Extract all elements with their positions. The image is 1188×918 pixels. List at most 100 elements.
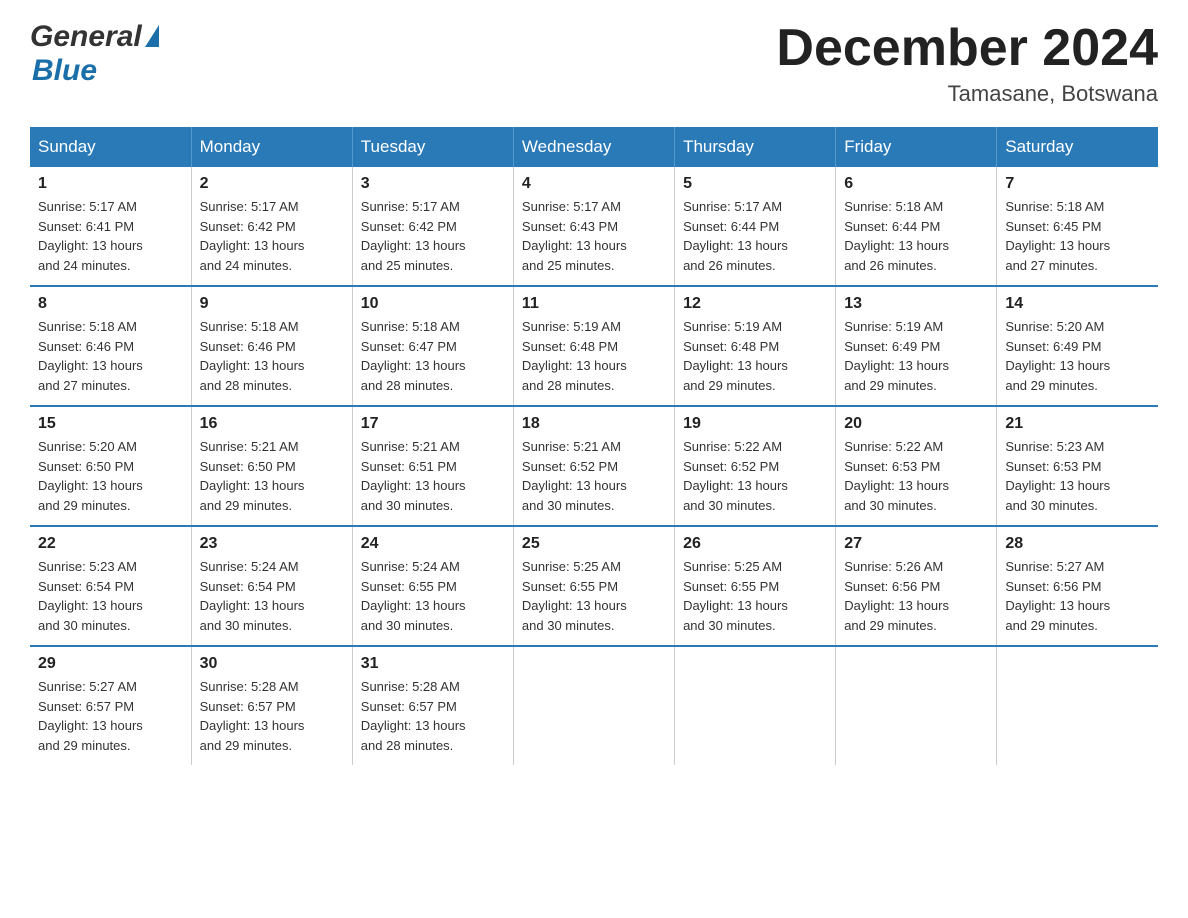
day-info: Sunrise: 5:27 AM Sunset: 6:57 PM Dayligh…: [38, 677, 183, 755]
day-number: 26: [683, 535, 827, 553]
day-info: Sunrise: 5:20 AM Sunset: 6:49 PM Dayligh…: [1005, 317, 1150, 395]
day-number: 31: [361, 655, 505, 673]
day-number: 14: [1005, 295, 1150, 313]
day-number: 16: [200, 415, 344, 433]
calendar-day-cell: [675, 646, 836, 765]
calendar-day-cell: 13 Sunrise: 5:19 AM Sunset: 6:49 PM Dayl…: [836, 286, 997, 406]
calendar-day-cell: 15 Sunrise: 5:20 AM Sunset: 6:50 PM Dayl…: [30, 406, 191, 526]
calendar-week-row: 8 Sunrise: 5:18 AM Sunset: 6:46 PM Dayli…: [30, 286, 1158, 406]
day-info: Sunrise: 5:28 AM Sunset: 6:57 PM Dayligh…: [361, 677, 505, 755]
day-info: Sunrise: 5:25 AM Sunset: 6:55 PM Dayligh…: [683, 557, 827, 635]
day-info: Sunrise: 5:17 AM Sunset: 6:43 PM Dayligh…: [522, 197, 666, 275]
day-info: Sunrise: 5:21 AM Sunset: 6:50 PM Dayligh…: [200, 437, 344, 515]
day-info: Sunrise: 5:18 AM Sunset: 6:46 PM Dayligh…: [38, 317, 183, 395]
day-number: 19: [683, 415, 827, 433]
day-number: 22: [38, 535, 183, 553]
calendar-day-cell: 21 Sunrise: 5:23 AM Sunset: 6:53 PM Dayl…: [997, 406, 1158, 526]
calendar-day-cell: 19 Sunrise: 5:22 AM Sunset: 6:52 PM Dayl…: [675, 406, 836, 526]
calendar-day-cell: 29 Sunrise: 5:27 AM Sunset: 6:57 PM Dayl…: [30, 646, 191, 765]
day-number: 12: [683, 295, 827, 313]
calendar-day-cell: [513, 646, 674, 765]
day-info: Sunrise: 5:18 AM Sunset: 6:47 PM Dayligh…: [361, 317, 505, 395]
calendar-day-cell: 23 Sunrise: 5:24 AM Sunset: 6:54 PM Dayl…: [191, 526, 352, 646]
calendar-day-cell: 14 Sunrise: 5:20 AM Sunset: 6:49 PM Dayl…: [997, 286, 1158, 406]
day-number: 29: [38, 655, 183, 673]
day-number: 30: [200, 655, 344, 673]
day-info: Sunrise: 5:18 AM Sunset: 6:46 PM Dayligh…: [200, 317, 344, 395]
title-section: December 2024 Tamasane, Botswana: [776, 20, 1158, 107]
day-number: 7: [1005, 175, 1150, 193]
logo-triangle-icon: [145, 25, 159, 47]
calendar-day-cell: 4 Sunrise: 5:17 AM Sunset: 6:43 PM Dayli…: [513, 167, 674, 286]
day-number: 13: [844, 295, 988, 313]
day-info: Sunrise: 5:17 AM Sunset: 6:41 PM Dayligh…: [38, 197, 183, 275]
calendar-day-cell: 28 Sunrise: 5:27 AM Sunset: 6:56 PM Dayl…: [997, 526, 1158, 646]
calendar-table: SundayMondayTuesdayWednesdayThursdayFrid…: [30, 127, 1158, 765]
calendar-header-saturday: Saturday: [997, 127, 1158, 167]
page-header: General Blue December 2024 Tamasane, Bot…: [30, 20, 1158, 107]
month-title: December 2024: [776, 20, 1158, 77]
calendar-day-cell: 24 Sunrise: 5:24 AM Sunset: 6:55 PM Dayl…: [352, 526, 513, 646]
day-number: 9: [200, 295, 344, 313]
calendar-day-cell: 22 Sunrise: 5:23 AM Sunset: 6:54 PM Dayl…: [30, 526, 191, 646]
day-info: Sunrise: 5:19 AM Sunset: 6:49 PM Dayligh…: [844, 317, 988, 395]
day-info: Sunrise: 5:21 AM Sunset: 6:52 PM Dayligh…: [522, 437, 666, 515]
calendar-week-row: 22 Sunrise: 5:23 AM Sunset: 6:54 PM Dayl…: [30, 526, 1158, 646]
day-info: Sunrise: 5:17 AM Sunset: 6:42 PM Dayligh…: [200, 197, 344, 275]
day-info: Sunrise: 5:27 AM Sunset: 6:56 PM Dayligh…: [1005, 557, 1150, 635]
day-number: 8: [38, 295, 183, 313]
calendar-day-cell: 16 Sunrise: 5:21 AM Sunset: 6:50 PM Dayl…: [191, 406, 352, 526]
calendar-day-cell: 2 Sunrise: 5:17 AM Sunset: 6:42 PM Dayli…: [191, 167, 352, 286]
calendar-day-cell: 25 Sunrise: 5:25 AM Sunset: 6:55 PM Dayl…: [513, 526, 674, 646]
logo-blue-text: Blue: [32, 54, 97, 87]
calendar-day-cell: 5 Sunrise: 5:17 AM Sunset: 6:44 PM Dayli…: [675, 167, 836, 286]
calendar-header-row: SundayMondayTuesdayWednesdayThursdayFrid…: [30, 127, 1158, 167]
day-number: 4: [522, 175, 666, 193]
day-info: Sunrise: 5:20 AM Sunset: 6:50 PM Dayligh…: [38, 437, 183, 515]
day-info: Sunrise: 5:24 AM Sunset: 6:54 PM Dayligh…: [200, 557, 344, 635]
calendar-day-cell: 8 Sunrise: 5:18 AM Sunset: 6:46 PM Dayli…: [30, 286, 191, 406]
day-info: Sunrise: 5:22 AM Sunset: 6:53 PM Dayligh…: [844, 437, 988, 515]
day-number: 1: [38, 175, 183, 193]
day-number: 17: [361, 415, 505, 433]
calendar-header-sunday: Sunday: [30, 127, 191, 167]
day-number: 25: [522, 535, 666, 553]
day-number: 5: [683, 175, 827, 193]
day-number: 6: [844, 175, 988, 193]
calendar-week-row: 29 Sunrise: 5:27 AM Sunset: 6:57 PM Dayl…: [30, 646, 1158, 765]
calendar-day-cell: 12 Sunrise: 5:19 AM Sunset: 6:48 PM Dayl…: [675, 286, 836, 406]
day-info: Sunrise: 5:28 AM Sunset: 6:57 PM Dayligh…: [200, 677, 344, 755]
day-info: Sunrise: 5:17 AM Sunset: 6:42 PM Dayligh…: [361, 197, 505, 275]
day-number: 15: [38, 415, 183, 433]
day-number: 23: [200, 535, 344, 553]
day-info: Sunrise: 5:23 AM Sunset: 6:54 PM Dayligh…: [38, 557, 183, 635]
calendar-day-cell: 6 Sunrise: 5:18 AM Sunset: 6:44 PM Dayli…: [836, 167, 997, 286]
day-info: Sunrise: 5:19 AM Sunset: 6:48 PM Dayligh…: [522, 317, 666, 395]
day-number: 10: [361, 295, 505, 313]
day-info: Sunrise: 5:17 AM Sunset: 6:44 PM Dayligh…: [683, 197, 827, 275]
calendar-day-cell: 31 Sunrise: 5:28 AM Sunset: 6:57 PM Dayl…: [352, 646, 513, 765]
calendar-day-cell: [997, 646, 1158, 765]
calendar-week-row: 15 Sunrise: 5:20 AM Sunset: 6:50 PM Dayl…: [30, 406, 1158, 526]
calendar-header-tuesday: Tuesday: [352, 127, 513, 167]
day-number: 18: [522, 415, 666, 433]
calendar-day-cell: 26 Sunrise: 5:25 AM Sunset: 6:55 PM Dayl…: [675, 526, 836, 646]
day-info: Sunrise: 5:21 AM Sunset: 6:51 PM Dayligh…: [361, 437, 505, 515]
calendar-day-cell: 17 Sunrise: 5:21 AM Sunset: 6:51 PM Dayl…: [352, 406, 513, 526]
calendar-day-cell: 20 Sunrise: 5:22 AM Sunset: 6:53 PM Dayl…: [836, 406, 997, 526]
calendar-header-wednesday: Wednesday: [513, 127, 674, 167]
calendar-day-cell: 9 Sunrise: 5:18 AM Sunset: 6:46 PM Dayli…: [191, 286, 352, 406]
day-info: Sunrise: 5:26 AM Sunset: 6:56 PM Dayligh…: [844, 557, 988, 635]
day-number: 2: [200, 175, 344, 193]
calendar-day-cell: 7 Sunrise: 5:18 AM Sunset: 6:45 PM Dayli…: [997, 167, 1158, 286]
calendar-day-cell: 3 Sunrise: 5:17 AM Sunset: 6:42 PM Dayli…: [352, 167, 513, 286]
day-info: Sunrise: 5:23 AM Sunset: 6:53 PM Dayligh…: [1005, 437, 1150, 515]
day-number: 21: [1005, 415, 1150, 433]
calendar-day-cell: 10 Sunrise: 5:18 AM Sunset: 6:47 PM Dayl…: [352, 286, 513, 406]
logo: General Blue: [30, 20, 159, 88]
day-info: Sunrise: 5:18 AM Sunset: 6:44 PM Dayligh…: [844, 197, 988, 275]
day-number: 3: [361, 175, 505, 193]
day-info: Sunrise: 5:24 AM Sunset: 6:55 PM Dayligh…: [361, 557, 505, 635]
day-number: 28: [1005, 535, 1150, 553]
day-number: 24: [361, 535, 505, 553]
